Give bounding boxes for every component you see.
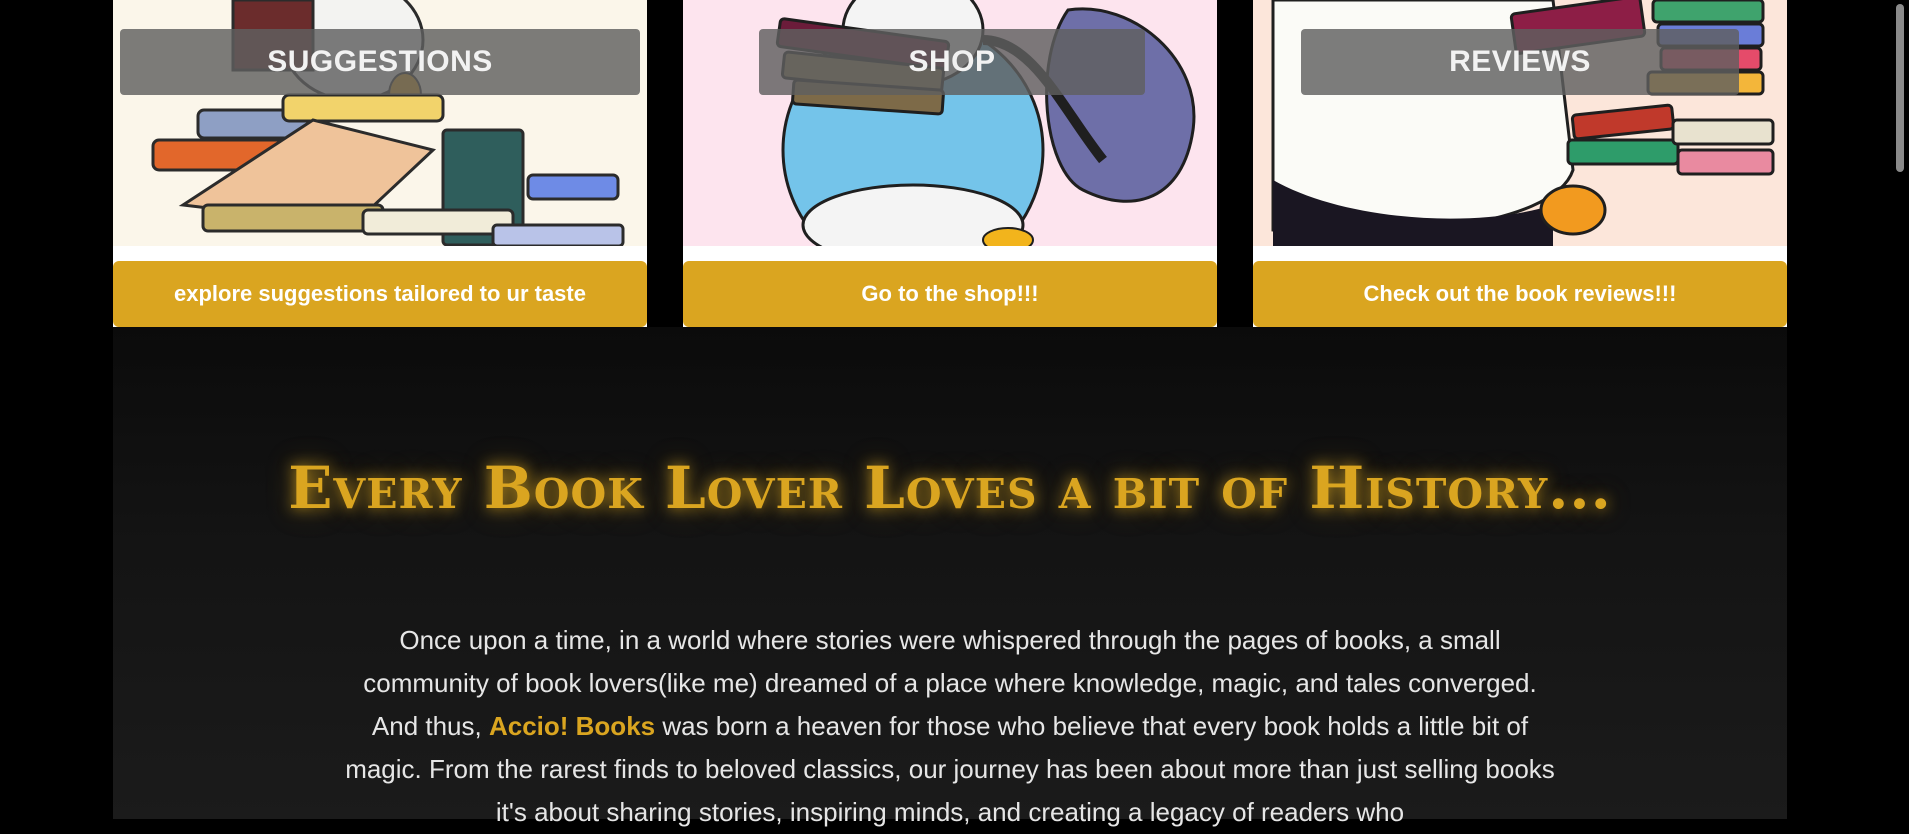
feature-cards: SUGGESTIONS explore suggestions tailored…	[113, 0, 1787, 327]
history-heading: Every Book Lover Loves a bit of History.…	[288, 454, 1612, 522]
suggestions-card[interactable]: SUGGESTIONS explore suggestions tailored…	[113, 0, 647, 327]
reviews-card[interactable]: REVIEWS Check out the book reviews!!!	[1253, 0, 1787, 327]
book-reviews-button[interactable]: Check out the book reviews!!!	[1253, 261, 1787, 327]
explore-suggestions-button[interactable]: explore suggestions tailored to ur taste	[113, 261, 647, 327]
scrollbar-thumb[interactable]	[1896, 4, 1904, 172]
history-paragraph: Once upon a time, in a world where stori…	[345, 619, 1555, 834]
shop-card[interactable]: SHOP Go to the shop!!!	[683, 0, 1217, 327]
page-scrollbar[interactable]	[1891, 0, 1909, 819]
go-to-shop-button[interactable]: Go to the shop!!!	[683, 261, 1217, 327]
brand-name: Accio! Books	[488, 711, 656, 741]
reviews-title: REVIEWS	[1301, 29, 1739, 95]
suggestions-title: SUGGESTIONS	[120, 29, 640, 95]
history-section: Every Book Lover Loves a bit of History.…	[113, 327, 1787, 827]
shop-title: SHOP	[759, 29, 1145, 95]
